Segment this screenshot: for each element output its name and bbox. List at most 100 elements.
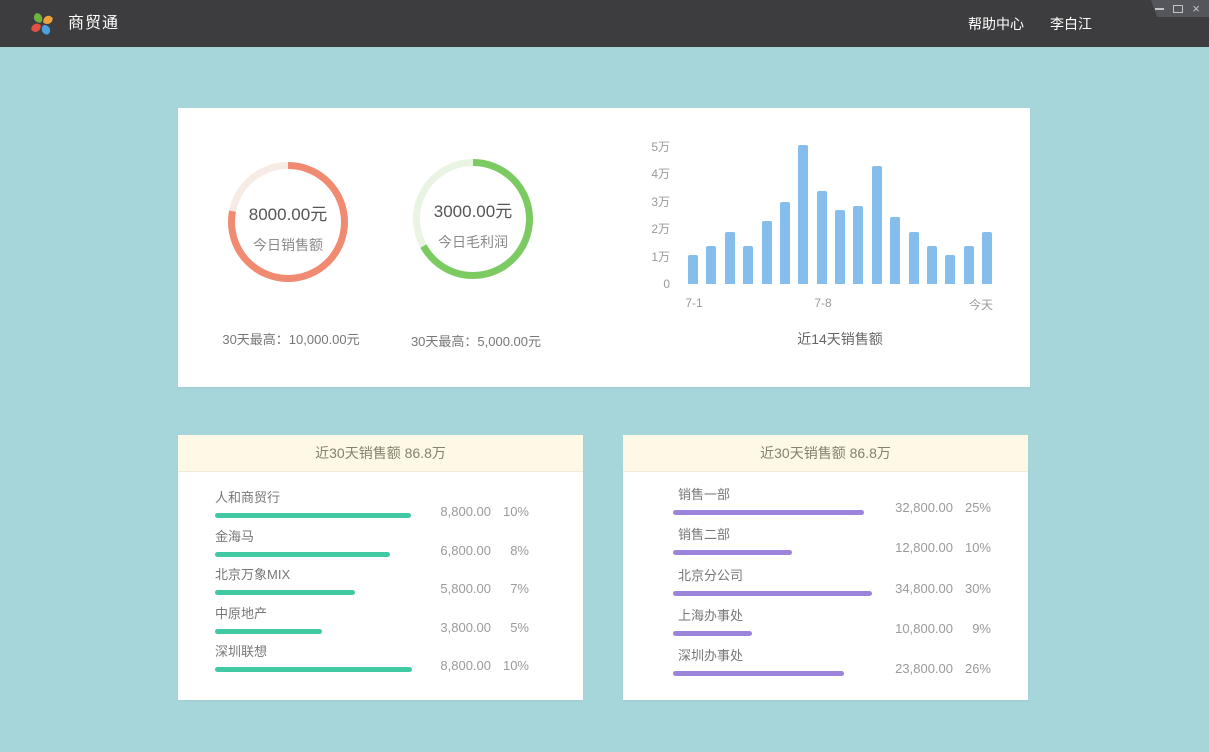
app-logo-icon [27, 8, 57, 38]
sales-bar [853, 206, 863, 284]
row-amount: 8,800.00 [440, 658, 491, 673]
list-item: 销售一部 32,800.00 25% [673, 487, 991, 527]
y-tick-label: 2万 [651, 222, 670, 236]
row-progress-bar [673, 631, 752, 636]
x-tick-label: 7-8 [814, 296, 831, 310]
dashboard: 8000.00元 今日销售额 30天最高：10,000.00元 3000.00元… [0, 47, 1209, 752]
row-value: 6,800.00 8% [440, 543, 529, 558]
row-percent: 10% [961, 540, 991, 555]
y-axis: 01万2万3万4万5万 [640, 146, 670, 284]
row-value: 5,800.00 7% [440, 581, 529, 596]
today-profit-text: 3000.00元 今日毛利润 [410, 156, 536, 282]
list-item: 北京分公司 34,800.00 30% [673, 568, 991, 608]
bar-group [688, 146, 992, 284]
row-amount: 8,800.00 [440, 504, 491, 519]
sales-bar [964, 246, 974, 285]
row-percent: 9% [961, 621, 991, 636]
sales-bar [982, 232, 992, 284]
row-value: 8,800.00 10% [440, 504, 529, 519]
summary-card: 8000.00元 今日销售额 30天最高：10,000.00元 3000.00元… [178, 108, 1030, 387]
row-amount: 3,800.00 [440, 620, 491, 635]
list-item: 销售二部 12,800.00 10% [673, 527, 991, 567]
departments-sales-card: 近30天销售额 86.8万 销售一部 32,800.00 25% 销售二部 12… [623, 435, 1028, 700]
x-tick-label: 今天 [969, 296, 993, 313]
sales-bar [872, 166, 882, 284]
row-percent: 7% [499, 581, 529, 596]
list-item: 深圳办事处 23,800.00 26% [673, 648, 991, 688]
list-item: 人和商贸行 8,800.00 10% [215, 490, 529, 529]
row-progress-bar [673, 591, 872, 596]
close-button[interactable]: × [1192, 4, 1200, 14]
row-amount: 10,800.00 [895, 621, 953, 636]
row-amount: 23,800.00 [895, 661, 953, 676]
sales-bar [817, 191, 827, 285]
y-tick-label: 3万 [651, 195, 670, 209]
row-value: 10,800.00 9% [895, 621, 991, 636]
help-center-link[interactable]: 帮助中心 [968, 14, 1024, 34]
row-amount: 6,800.00 [440, 543, 491, 558]
titlebar: 商贸通 帮助中心 李白江 × [0, 0, 1209, 47]
row-value: 12,800.00 10% [895, 540, 991, 555]
row-percent: 26% [961, 661, 991, 676]
sales-bar [762, 221, 772, 284]
y-tick-label: 4万 [651, 167, 670, 181]
row-percent: 10% [499, 658, 529, 673]
minimize-button[interactable] [1155, 8, 1164, 10]
row-amount: 34,800.00 [895, 581, 953, 596]
y-tick-label: 0 [663, 277, 670, 291]
sales-bar [890, 217, 900, 284]
row-progress-bar [673, 671, 844, 676]
row-percent: 30% [961, 581, 991, 596]
sales-bar [725, 232, 735, 284]
row-percent: 8% [499, 543, 529, 558]
list-item: 上海办事处 10,800.00 9% [673, 608, 991, 648]
list-item: 深圳联想 8,800.00 10% [215, 644, 529, 683]
sales-bar [909, 232, 919, 284]
customers-card-header: 近30天销售额 86.8万 [178, 435, 583, 472]
sales-bar-chart: 01万2万3万4万5万 7-1 7-8 今天 近14天销售额 [640, 138, 1000, 368]
today-sales-label: 今日销售额 [253, 235, 323, 255]
sales-bar [688, 255, 698, 284]
row-percent: 25% [961, 500, 991, 515]
row-progress-bar [215, 513, 411, 518]
maximize-button[interactable] [1173, 5, 1183, 13]
sales-bar [945, 255, 955, 284]
y-tick-label: 1万 [651, 250, 670, 264]
list-item: 金海马 6,800.00 8% [215, 529, 529, 568]
row-percent: 5% [499, 620, 529, 635]
profit-30day-max: 30天最高：5,000.00元 [363, 331, 589, 350]
today-sales-text: 8000.00元 今日销售额 [225, 159, 351, 285]
x-tick-label: 7-1 [685, 296, 702, 310]
row-value: 34,800.00 30% [895, 581, 991, 596]
window-controls: × [1151, 0, 1209, 17]
departments-rows: 销售一部 32,800.00 25% 销售二部 12,800.00 10% 北京… [623, 472, 1028, 688]
row-value: 23,800.00 26% [895, 661, 991, 676]
row-progress-bar [215, 552, 390, 557]
sales-bar [743, 246, 753, 285]
row-value: 32,800.00 25% [895, 500, 991, 515]
row-amount: 32,800.00 [895, 500, 953, 515]
row-amount: 5,800.00 [440, 581, 491, 596]
today-sales-value: 8000.00元 [249, 200, 327, 225]
row-progress-bar [673, 510, 864, 515]
today-sales-donut: 8000.00元 今日销售额 [225, 159, 351, 285]
list-item: 中原地产 3,800.00 5% [215, 606, 529, 645]
customers-sales-card: 近30天销售额 86.8万 人和商贸行 8,800.00 10% 金海马 6,8… [178, 435, 583, 700]
row-value: 3,800.00 5% [440, 620, 529, 635]
today-profit-label: 今日毛利润 [438, 232, 508, 252]
customers-rows: 人和商贸行 8,800.00 10% 金海马 6,800.00 8% 北京万象M… [178, 472, 583, 683]
sales-bar [780, 202, 790, 285]
username-menu[interactable]: 李白江 [1050, 14, 1092, 34]
list-item: 北京万象MIX 5,800.00 7% [215, 567, 529, 606]
row-value: 8,800.00 10% [440, 658, 529, 673]
row-amount: 12,800.00 [895, 540, 953, 555]
y-tick-label: 5万 [651, 140, 670, 154]
row-progress-bar [215, 590, 355, 595]
sales-bar [927, 246, 937, 285]
row-progress-bar [215, 629, 322, 634]
row-progress-bar [215, 667, 412, 672]
app-title: 商贸通 [68, 0, 119, 47]
sales-bar [706, 246, 716, 285]
x-axis: 7-1 7-8 今天 [688, 296, 992, 310]
departments-card-header: 近30天销售额 86.8万 [623, 435, 1028, 472]
